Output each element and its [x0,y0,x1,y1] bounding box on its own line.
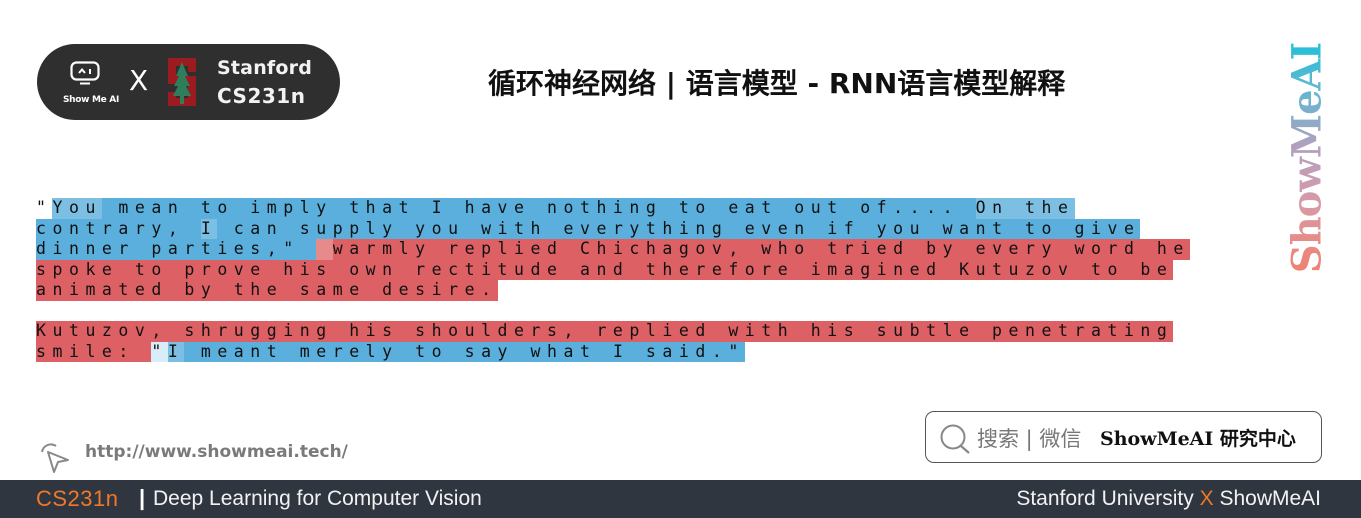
text-line: spoke to prove his own rectitude and the… [36,259,1174,280]
slide: Show Me AI X Stanford CS231n 循环神经网络 | 语言… [0,0,1361,518]
logo-badge: Show Me AI X Stanford CS231n [37,44,340,120]
activation-segment-blue: dinner parties," [36,239,317,260]
activation-segment-red: Kutuzov, shrugging his shoulders, replie… [36,321,1174,342]
search-label: 搜索 | 微信 [977,427,1082,451]
text-line: smile: "I meant merely to say what I sai… [36,341,745,362]
activation-segment-blue: meant merely to say what I said." [184,341,745,362]
separator: | [139,485,146,510]
logo-cross: X [129,64,149,97]
website-link[interactable]: http://www.showmeai.tech/ [85,442,348,462]
search-icon [940,424,970,454]
stanford-label: Stanford [217,57,313,79]
text-line: "You mean to imply that I have nothing t… [36,198,1075,219]
showmeai-logo-icon [70,61,100,85]
activation-segment-blue: contrary, [36,218,201,239]
activation-segment-red: animated by the same desire. [36,280,498,301]
activation-segment-blue_pale: " [151,341,168,362]
activation-segment-blue_light: I [167,341,185,362]
text-line: animated by the same desire. [36,280,498,301]
course-code: CS231n [36,486,119,511]
showmeai-logo-text: Show Me AI [62,95,120,105]
course-code-label: CS231n [217,84,306,108]
cursor-click-icon [41,443,69,473]
activation-segment-red_light [316,239,333,260]
activation-segment-blue: can supply you with everything even if y… [217,218,1141,239]
bottom-bar: CS231n | Deep Learning for Computer Visi… [0,480,1361,518]
credit-cross: X [1199,487,1214,510]
activation-segment-blue_light: On the [975,198,1075,219]
course-subtitle: Deep Learning for Computer Vision [153,487,482,510]
footer-credit: Stanford University X ShowMeAI [1016,487,1321,511]
text-line: dinner parties," warmly replied Chichago… [36,239,1190,260]
activation-segment-blue_light: You [52,198,102,219]
credit-brand: ShowMeAI [1219,487,1321,510]
wechat-search-box: 搜索 | 微信 ShowMeAI 研究中心 [925,411,1322,463]
credit-university: Stanford University [1016,487,1194,510]
text-line: contrary, I can supply you with everythi… [36,218,1141,239]
activation-segment-red: warmly replied Chichagov, who tried by e… [332,239,1190,260]
stanford-logo-icon [168,58,196,106]
activation-segment-red: spoke to prove his own rectitude and the… [36,259,1174,280]
watermark-text: ShowMeAI [1283,42,1331,273]
page-title: 循环神经网络 | 语言模型 - RNN语言模型解释 [488,67,1066,100]
activation-segment-red: smile: [36,341,152,362]
search-brand: ShowMeAI 研究中心 [1100,428,1296,450]
activation-segment-blue_light: I [200,218,218,239]
text-line: Kutuzov, shrugging his shoulders, replie… [36,321,1174,342]
activation-segment-none: " [36,198,53,217]
showmeai-watermark: ShowMeAI [1284,40,1331,275]
activation-segment-blue: mean to imply that I have nothing to eat… [101,198,976,219]
